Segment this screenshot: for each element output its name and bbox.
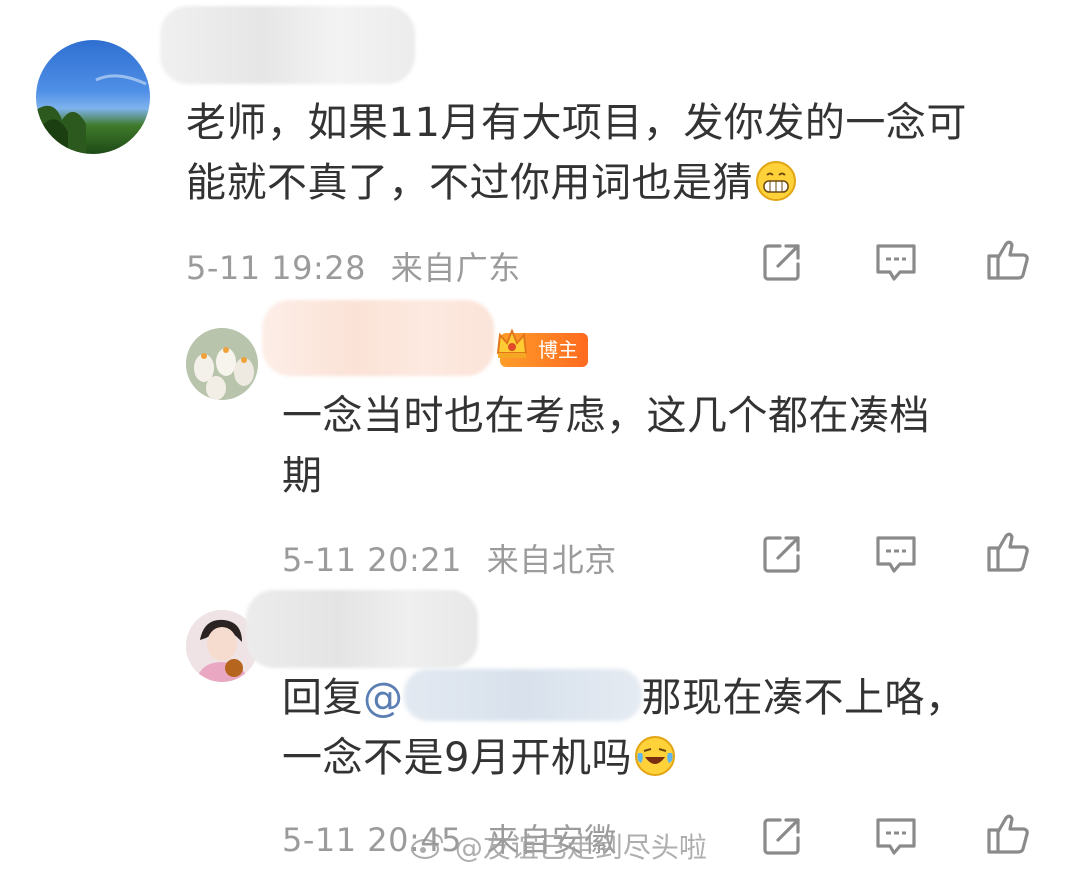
avatar[interactable] (36, 40, 150, 154)
grin-emoji-icon (755, 159, 797, 201)
comment-meta: 5-11 19:28 来自广东 (186, 243, 521, 289)
comment-text: 老师，如果11月有大项目，发你发的一念可 能就不真了，不过你用词也是猜 (186, 93, 1056, 213)
mention-blurred[interactable] (403, 669, 642, 721)
timestamp: 5-11 20:21 (282, 541, 463, 579)
thumbs-up-icon[interactable] (984, 810, 1032, 858)
location: 来自广东 (390, 249, 521, 287)
comment-line: 一念不是9月开机吗 (282, 728, 1062, 788)
thumbs-up-icon[interactable] (984, 236, 1032, 284)
mention-link[interactable]: @ (363, 675, 404, 721)
location: 来自北京 (486, 541, 617, 579)
share-icon[interactable] (758, 530, 806, 578)
comment-text: 回复@ 那现在凑不上咯， 一念不是9月开机吗 (282, 668, 1062, 788)
avatar[interactable] (186, 328, 258, 400)
comment-icon[interactable] (872, 530, 920, 578)
watermark: @友谊已走到尽头啦 (410, 826, 707, 866)
share-icon[interactable] (758, 812, 806, 860)
comment-line: 能就不真了，不过你用词也是猜 (186, 153, 1056, 213)
watermark-text: @友谊已走到尽头啦 (454, 831, 707, 864)
reply-prefix: 回复 (282, 675, 363, 721)
username-blurred[interactable] (160, 6, 415, 84)
share-icon[interactable] (758, 238, 806, 286)
comment-meta: 5-11 20:21 来自北京 (282, 535, 617, 581)
badge-label: 博主 (538, 338, 578, 362)
comment-line-text: 一念不是9月开机吗 (282, 735, 632, 781)
avatar-image (186, 328, 258, 400)
weibo-logo-icon (411, 834, 443, 859)
comment-icon[interactable] (872, 238, 920, 286)
laugh-cry-emoji-icon (634, 734, 676, 776)
blogger-badge: 博主 (496, 328, 588, 367)
username-blurred[interactable] (246, 590, 478, 668)
comment-line-text: 能就不真了，不过你用词也是猜 (186, 160, 753, 206)
comment-line: 一念当时也在考虑，这几个都在凑档 (282, 393, 930, 439)
thumbs-up-icon[interactable] (984, 528, 1032, 576)
comment-line: 老师，如果11月有大项目，发你发的一念可 (186, 100, 967, 146)
avatar-image (36, 74, 147, 154)
comment-text: 一念当时也在考虑，这几个都在凑档 期 (282, 386, 1042, 506)
timestamp: 5-11 19:28 (186, 249, 367, 287)
comment-icon[interactable] (872, 812, 920, 860)
comment-line: 期 (282, 453, 323, 499)
comment-line-text: 那现在凑不上咯， (641, 675, 966, 721)
crown-icon (496, 328, 528, 358)
username-blurred[interactable] (262, 300, 494, 376)
comment-line: 回复@ 那现在凑不上咯， (282, 668, 1062, 728)
